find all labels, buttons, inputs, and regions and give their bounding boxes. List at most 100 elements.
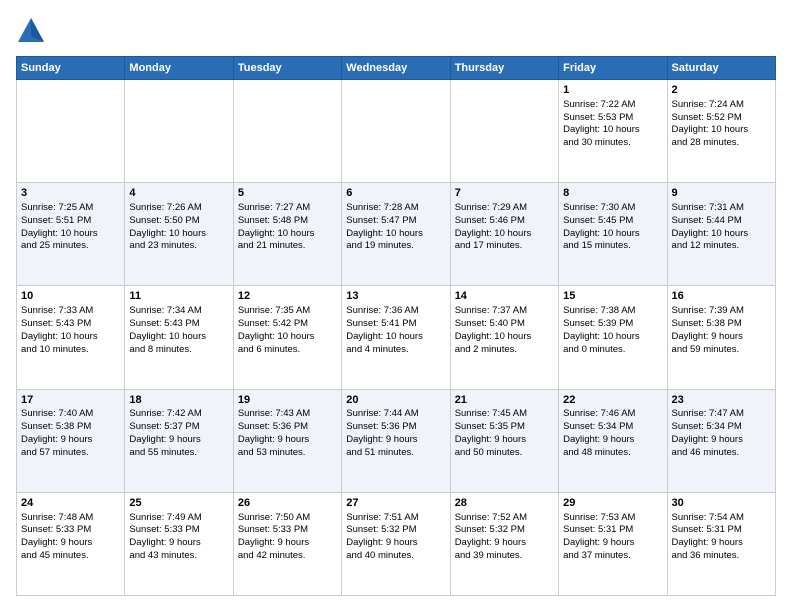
day-info: Sunset: 5:51 PM (21, 215, 120, 228)
day-info: Sunrise: 7:29 AM (455, 202, 554, 215)
day-info: and 39 minutes. (455, 550, 554, 563)
day-info: Sunset: 5:43 PM (129, 318, 228, 331)
day-info: Sunrise: 7:30 AM (563, 202, 662, 215)
header (16, 16, 776, 46)
day-info: Sunset: 5:33 PM (129, 524, 228, 537)
day-info: Sunset: 5:38 PM (21, 421, 120, 434)
day-cell: 18Sunrise: 7:42 AMSunset: 5:37 PMDayligh… (125, 389, 233, 492)
day-info: and 50 minutes. (455, 447, 554, 460)
day-number: 7 (455, 186, 554, 201)
day-info: Daylight: 9 hours (346, 537, 445, 550)
day-cell: 29Sunrise: 7:53 AMSunset: 5:31 PMDayligh… (559, 492, 667, 595)
day-info: and 19 minutes. (346, 240, 445, 253)
week-row-3: 10Sunrise: 7:33 AMSunset: 5:43 PMDayligh… (17, 286, 776, 389)
calendar-table: SundayMondayTuesdayWednesdayThursdayFrid… (16, 56, 776, 596)
day-info: and 36 minutes. (672, 550, 771, 563)
day-info: and 25 minutes. (21, 240, 120, 253)
week-row-5: 24Sunrise: 7:48 AMSunset: 5:33 PMDayligh… (17, 492, 776, 595)
day-info: Sunrise: 7:22 AM (563, 99, 662, 112)
day-cell: 2Sunrise: 7:24 AMSunset: 5:52 PMDaylight… (667, 80, 775, 183)
day-cell: 11Sunrise: 7:34 AMSunset: 5:43 PMDayligh… (125, 286, 233, 389)
day-info: Sunrise: 7:26 AM (129, 202, 228, 215)
day-header-tuesday: Tuesday (233, 57, 341, 80)
day-info: Sunrise: 7:35 AM (238, 305, 337, 318)
day-info: and 10 minutes. (21, 344, 120, 357)
day-info: Sunset: 5:32 PM (455, 524, 554, 537)
day-info: Daylight: 10 hours (455, 331, 554, 344)
day-info: Sunrise: 7:53 AM (563, 512, 662, 525)
day-info: and 51 minutes. (346, 447, 445, 460)
day-header-wednesday: Wednesday (342, 57, 450, 80)
day-info: Daylight: 9 hours (672, 331, 771, 344)
day-info: Sunset: 5:44 PM (672, 215, 771, 228)
day-info: Sunset: 5:32 PM (346, 524, 445, 537)
day-info: Sunset: 5:33 PM (21, 524, 120, 537)
day-number: 28 (455, 496, 554, 511)
day-info: Sunset: 5:47 PM (346, 215, 445, 228)
day-info: Sunset: 5:38 PM (672, 318, 771, 331)
day-info: Daylight: 9 hours (672, 537, 771, 550)
day-info: Sunset: 5:36 PM (238, 421, 337, 434)
day-cell: 9Sunrise: 7:31 AMSunset: 5:44 PMDaylight… (667, 183, 775, 286)
day-cell (125, 80, 233, 183)
day-info: and 42 minutes. (238, 550, 337, 563)
day-info: Daylight: 10 hours (563, 331, 662, 344)
day-number: 14 (455, 289, 554, 304)
day-info: Daylight: 9 hours (21, 434, 120, 447)
day-info: and 30 minutes. (563, 137, 662, 150)
day-cell: 6Sunrise: 7:28 AMSunset: 5:47 PMDaylight… (342, 183, 450, 286)
page: SundayMondayTuesdayWednesdayThursdayFrid… (0, 0, 792, 612)
day-cell: 21Sunrise: 7:45 AMSunset: 5:35 PMDayligh… (450, 389, 558, 492)
day-header-monday: Monday (125, 57, 233, 80)
day-info: and 28 minutes. (672, 137, 771, 150)
day-number: 24 (21, 496, 120, 511)
day-cell: 20Sunrise: 7:44 AMSunset: 5:36 PMDayligh… (342, 389, 450, 492)
day-info: Sunset: 5:42 PM (238, 318, 337, 331)
day-cell: 17Sunrise: 7:40 AMSunset: 5:38 PMDayligh… (17, 389, 125, 492)
day-info: Daylight: 9 hours (563, 434, 662, 447)
day-info: and 55 minutes. (129, 447, 228, 460)
day-info: Sunrise: 7:48 AM (21, 512, 120, 525)
day-info: Sunset: 5:31 PM (672, 524, 771, 537)
day-info: Sunrise: 7:43 AM (238, 408, 337, 421)
day-number: 13 (346, 289, 445, 304)
day-info: Sunrise: 7:39 AM (672, 305, 771, 318)
day-info: and 21 minutes. (238, 240, 337, 253)
day-info: Sunrise: 7:31 AM (672, 202, 771, 215)
day-info: and 4 minutes. (346, 344, 445, 357)
day-cell: 15Sunrise: 7:38 AMSunset: 5:39 PMDayligh… (559, 286, 667, 389)
day-cell (450, 80, 558, 183)
day-info: Sunrise: 7:49 AM (129, 512, 228, 525)
day-info: Sunrise: 7:50 AM (238, 512, 337, 525)
calendar-header: SundayMondayTuesdayWednesdayThursdayFrid… (17, 57, 776, 80)
day-info: and 0 minutes. (563, 344, 662, 357)
day-number: 20 (346, 393, 445, 408)
day-info: Daylight: 10 hours (672, 228, 771, 241)
day-cell: 25Sunrise: 7:49 AMSunset: 5:33 PMDayligh… (125, 492, 233, 595)
day-cell: 8Sunrise: 7:30 AMSunset: 5:45 PMDaylight… (559, 183, 667, 286)
day-info: and 48 minutes. (563, 447, 662, 460)
day-info: Daylight: 10 hours (455, 228, 554, 241)
day-number: 2 (672, 83, 771, 98)
day-cell: 28Sunrise: 7:52 AMSunset: 5:32 PMDayligh… (450, 492, 558, 595)
day-info: and 12 minutes. (672, 240, 771, 253)
day-info: Sunset: 5:40 PM (455, 318, 554, 331)
day-info: Sunrise: 7:28 AM (346, 202, 445, 215)
day-info: and 53 minutes. (238, 447, 337, 460)
day-header-thursday: Thursday (450, 57, 558, 80)
day-number: 18 (129, 393, 228, 408)
day-info: Daylight: 9 hours (129, 537, 228, 550)
day-info: Sunrise: 7:36 AM (346, 305, 445, 318)
week-row-2: 3Sunrise: 7:25 AMSunset: 5:51 PMDaylight… (17, 183, 776, 286)
day-info: Sunset: 5:33 PM (238, 524, 337, 537)
day-number: 15 (563, 289, 662, 304)
day-info: Sunset: 5:36 PM (346, 421, 445, 434)
day-info: Daylight: 10 hours (238, 228, 337, 241)
day-info: Sunset: 5:41 PM (346, 318, 445, 331)
day-info: Sunrise: 7:44 AM (346, 408, 445, 421)
day-info: Daylight: 9 hours (238, 537, 337, 550)
day-cell: 24Sunrise: 7:48 AMSunset: 5:33 PMDayligh… (17, 492, 125, 595)
day-info: Daylight: 9 hours (563, 537, 662, 550)
day-number: 21 (455, 393, 554, 408)
day-cell: 19Sunrise: 7:43 AMSunset: 5:36 PMDayligh… (233, 389, 341, 492)
